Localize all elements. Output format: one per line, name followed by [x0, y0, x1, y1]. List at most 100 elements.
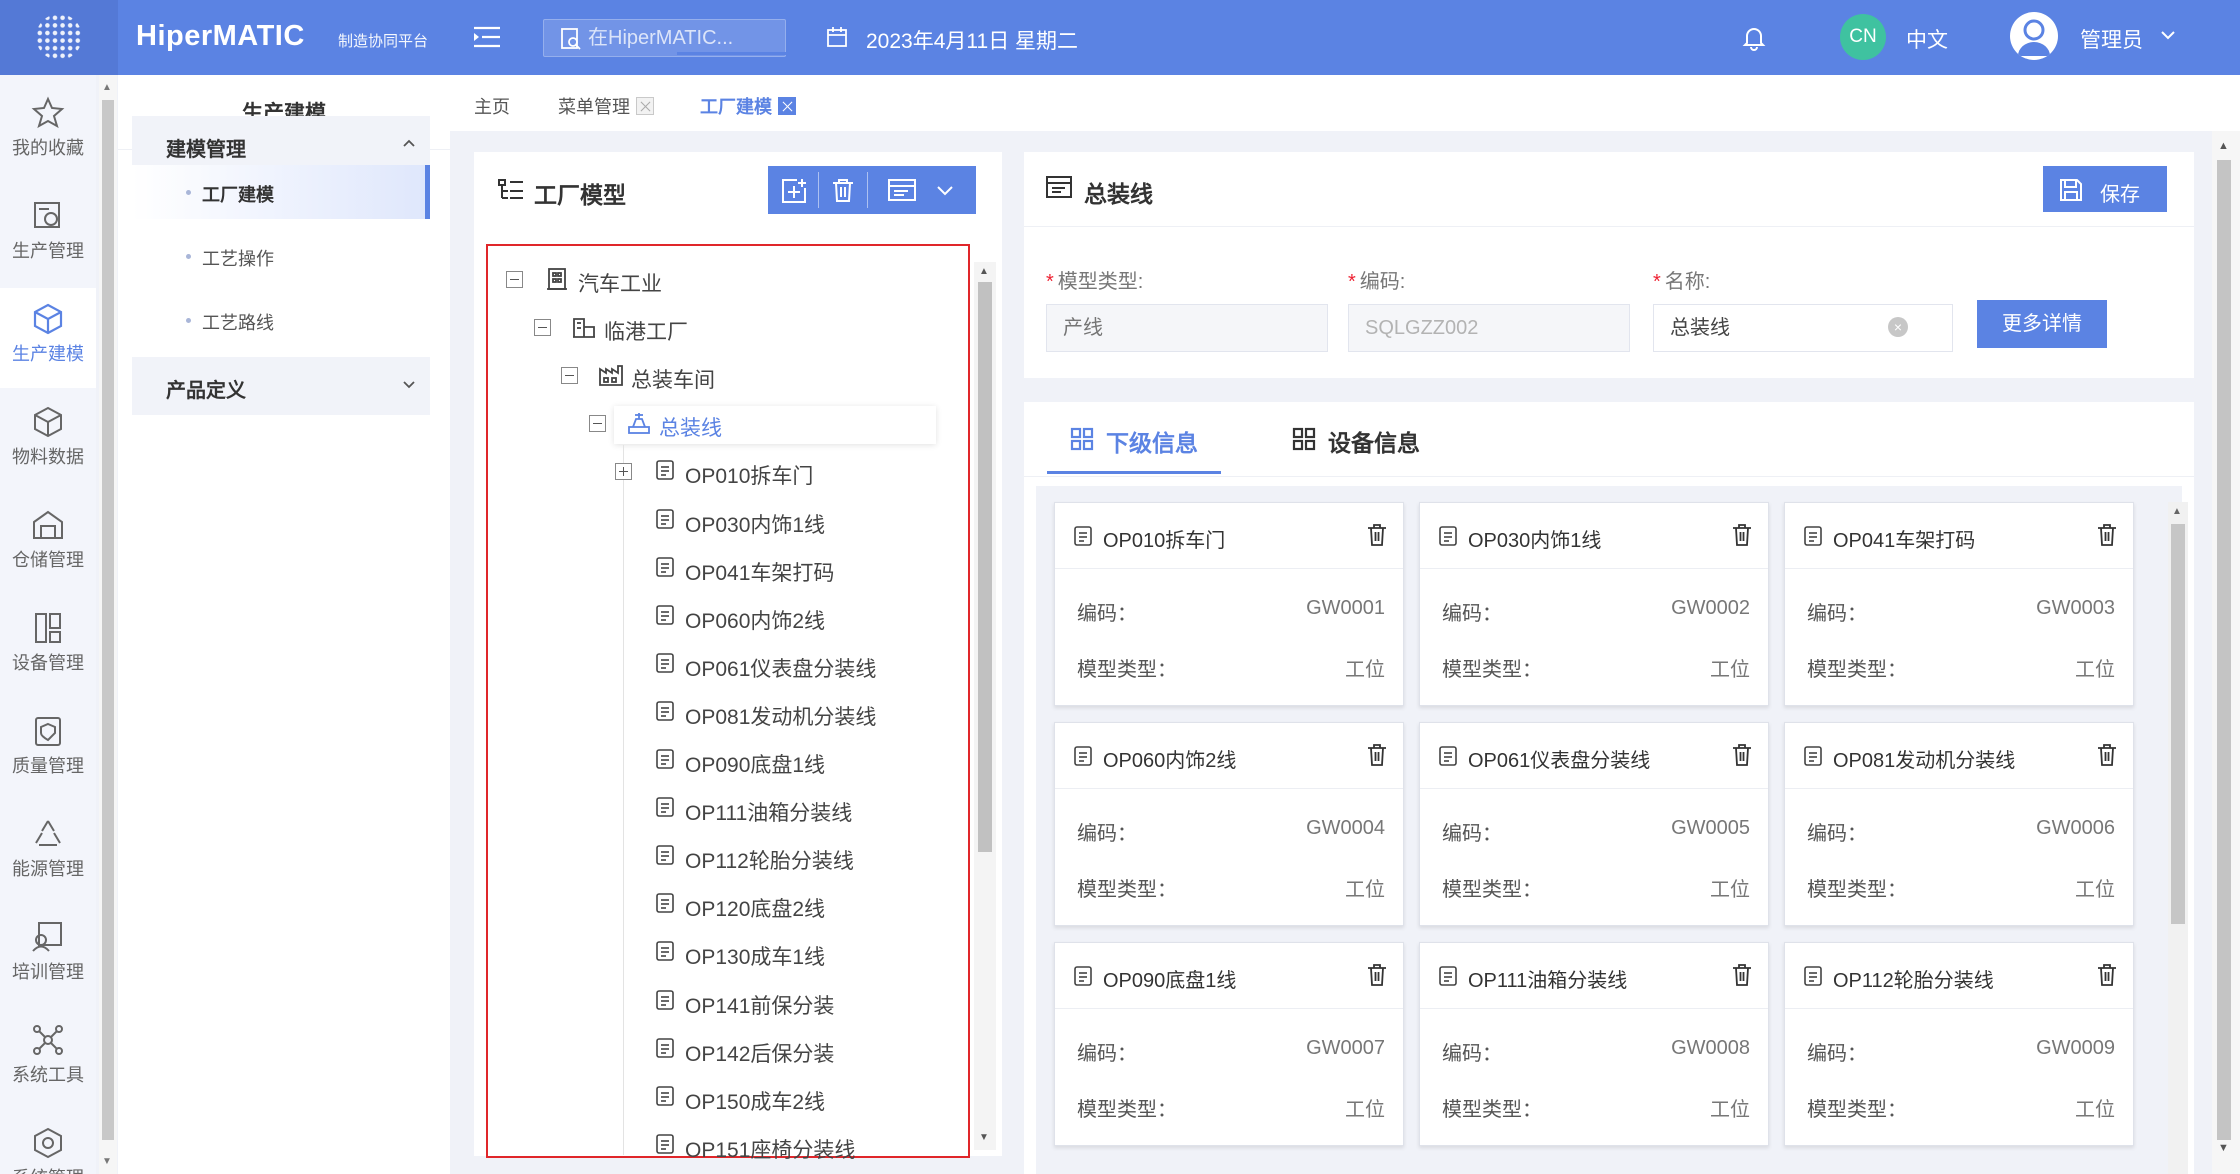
chevron-down-icon[interactable] — [2160, 28, 2176, 46]
detail-title: 总装线 — [1084, 181, 1153, 207]
more-actions-dropdown[interactable] — [868, 166, 976, 214]
station-icon — [655, 989, 675, 1017]
trash-icon[interactable] — [2097, 964, 2117, 991]
star-icon — [31, 96, 65, 129]
child-card[interactable]: OP090底盘1线 编码： GW0007 模型类型： 工位 — [1054, 942, 1404, 1146]
card-header: OP111油箱分装线 — [1420, 943, 1768, 1009]
code-field[interactable]: SQLGZZ002 — [1348, 304, 1630, 352]
scroll-up-arrow-icon[interactable]: ▲ — [2172, 506, 2182, 517]
user-avatar[interactable] — [2010, 12, 2058, 60]
box-icon — [34, 406, 62, 438]
code-key: 编码： — [1807, 603, 1867, 625]
rail-item[interactable]: 系统管理 — [0, 1112, 96, 1174]
menu-toggle-icon[interactable] — [472, 24, 502, 50]
rail-item[interactable]: 培训管理 — [0, 906, 96, 1006]
language-badge[interactable]: CN — [1840, 14, 1886, 60]
network-icon — [33, 1025, 63, 1055]
nav-item-process-route[interactable]: 工艺路线 — [132, 293, 430, 347]
document-list-icon — [1046, 176, 1072, 203]
station-icon — [655, 1085, 675, 1113]
code-key: 编码： — [1442, 823, 1502, 845]
scroll-up-arrow-icon[interactable]: ▲ — [2218, 140, 2229, 152]
trash-icon[interactable] — [1367, 964, 1387, 991]
scroll-down-arrow-icon[interactable]: ▼ — [979, 1132, 989, 1143]
card-title: OP030内饰1线 — [1468, 530, 1602, 552]
rail-item[interactable]: 我的收藏 — [0, 82, 96, 182]
delete-node-button[interactable] — [819, 166, 867, 214]
child-card[interactable]: OP041车架打码 编码： GW0003 模型类型： 工位 — [1784, 502, 2134, 706]
card-scroll-thumb[interactable] — [2171, 524, 2185, 924]
child-card[interactable]: OP061仪表盘分装线 编码： GW0005 模型类型： 工位 — [1419, 722, 1769, 926]
card-header: OP060内饰2线 — [1055, 723, 1403, 789]
collapse-icon[interactable] — [561, 367, 578, 385]
rail-item[interactable]: 生产管理 — [0, 185, 96, 285]
code-key: 编码： — [1077, 1043, 1137, 1065]
clear-icon[interactable]: × — [1888, 317, 1908, 337]
tree-toolbar — [768, 166, 976, 214]
tree-node-label: 汽车工业 — [578, 273, 662, 296]
collapse-icon[interactable] — [589, 415, 606, 433]
child-card[interactable]: OP081发动机分装线 编码： GW0006 模型类型： 工位 — [1784, 722, 2134, 926]
scroll-down-arrow-icon[interactable]: ▼ — [2218, 1142, 2229, 1154]
more-details-button[interactable]: 更多详情 — [1977, 300, 2107, 348]
station-icon — [1073, 745, 1093, 772]
name-field[interactable]: 总装线 — [1653, 304, 1953, 352]
trash-icon[interactable] — [1367, 524, 1387, 551]
trash-icon[interactable] — [2097, 524, 2117, 551]
rail-item[interactable]: 设备管理 — [0, 597, 96, 697]
tab-home[interactable]: 主页 — [474, 93, 510, 119]
tree-node-label: OP141前保分装 — [685, 994, 835, 1018]
user-name[interactable]: 管理员 — [2080, 24, 2143, 54]
expand-icon[interactable] — [615, 463, 632, 481]
type-key: 模型类型： — [1807, 879, 1907, 901]
rail-item[interactable]: 物料数据 — [0, 391, 96, 491]
tree-node-label: OP111油箱分装线 — [685, 802, 853, 826]
tree-scroll-thumb[interactable] — [978, 282, 992, 852]
rail-item[interactable]: 能源管理 — [0, 803, 96, 903]
rail-item[interactable]: 系统工具 — [0, 1009, 96, 1109]
main-scroll-thumb[interactable] — [2217, 160, 2231, 1140]
top-header: HiperMATIC 制造协同平台 2023年4月11日 星期二 CN 中文 管… — [0, 0, 2240, 75]
scroll-up-arrow-icon[interactable]: ▲ — [102, 82, 112, 93]
line-icon — [627, 411, 651, 441]
child-card[interactable]: OP030内饰1线 编码： GW0002 模型类型： 工位 — [1419, 502, 1769, 706]
language-switch[interactable]: 中文 — [1906, 24, 1948, 54]
scroll-up-arrow-icon[interactable]: ▲ — [979, 266, 989, 277]
collapse-icon[interactable] — [506, 271, 523, 288]
station-icon — [655, 796, 675, 824]
recycle-icon — [35, 820, 61, 846]
close-icon[interactable] — [636, 97, 654, 115]
child-card[interactable]: OP010拆车门 编码： GW0001 模型类型： 工位 — [1054, 502, 1404, 706]
rail-item[interactable]: 质量管理 — [0, 700, 96, 800]
rail-item[interactable]: 仓储管理 — [0, 494, 96, 594]
child-card[interactable]: OP060内饰2线 编码： GW0004 模型类型： 工位 — [1054, 722, 1404, 926]
trash-icon[interactable] — [1732, 744, 1752, 771]
rail-item[interactable]: 生产建模 — [0, 288, 96, 388]
search-input[interactable] — [588, 20, 778, 56]
trash-icon[interactable] — [1367, 744, 1387, 771]
station-icon — [1073, 525, 1093, 552]
child-card[interactable]: OP112轮胎分装线 编码： GW0009 模型类型： 工位 — [1784, 942, 2134, 1146]
app-logo[interactable] — [0, 0, 118, 75]
code-value: GW0001 — [1306, 597, 1385, 619]
tab-label: 主页 — [474, 97, 510, 117]
type-value: 工位 — [1345, 659, 1385, 681]
tab-factory-modeling[interactable]: 工厂建模 — [700, 93, 796, 119]
tab-menu-management[interactable]: 菜单管理 — [558, 93, 654, 119]
trash-icon[interactable] — [1732, 964, 1752, 991]
nav-group-product-definition[interactable]: 产品定义 — [132, 357, 430, 415]
nav-item-process-operation[interactable]: 工艺操作 — [132, 229, 430, 283]
nav-item-factory-modeling[interactable]: 工厂建模 — [132, 165, 430, 219]
scroll-down-arrow-icon[interactable]: ▼ — [102, 1156, 112, 1167]
save-button[interactable]: 保存 — [2043, 166, 2167, 212]
trash-icon[interactable] — [2097, 744, 2117, 771]
collapse-icon[interactable] — [534, 319, 551, 337]
close-icon[interactable] — [778, 97, 796, 115]
model-type-field[interactable] — [1046, 304, 1328, 352]
tree-node-label: 总装线 — [659, 417, 722, 441]
add-node-button[interactable] — [768, 166, 818, 214]
bell-icon[interactable] — [1742, 25, 1766, 56]
child-card[interactable]: OP111油箱分装线 编码： GW0008 模型类型： 工位 — [1419, 942, 1769, 1146]
rail-scroll-thumb[interactable] — [102, 100, 114, 1140]
trash-icon[interactable] — [1732, 524, 1752, 551]
